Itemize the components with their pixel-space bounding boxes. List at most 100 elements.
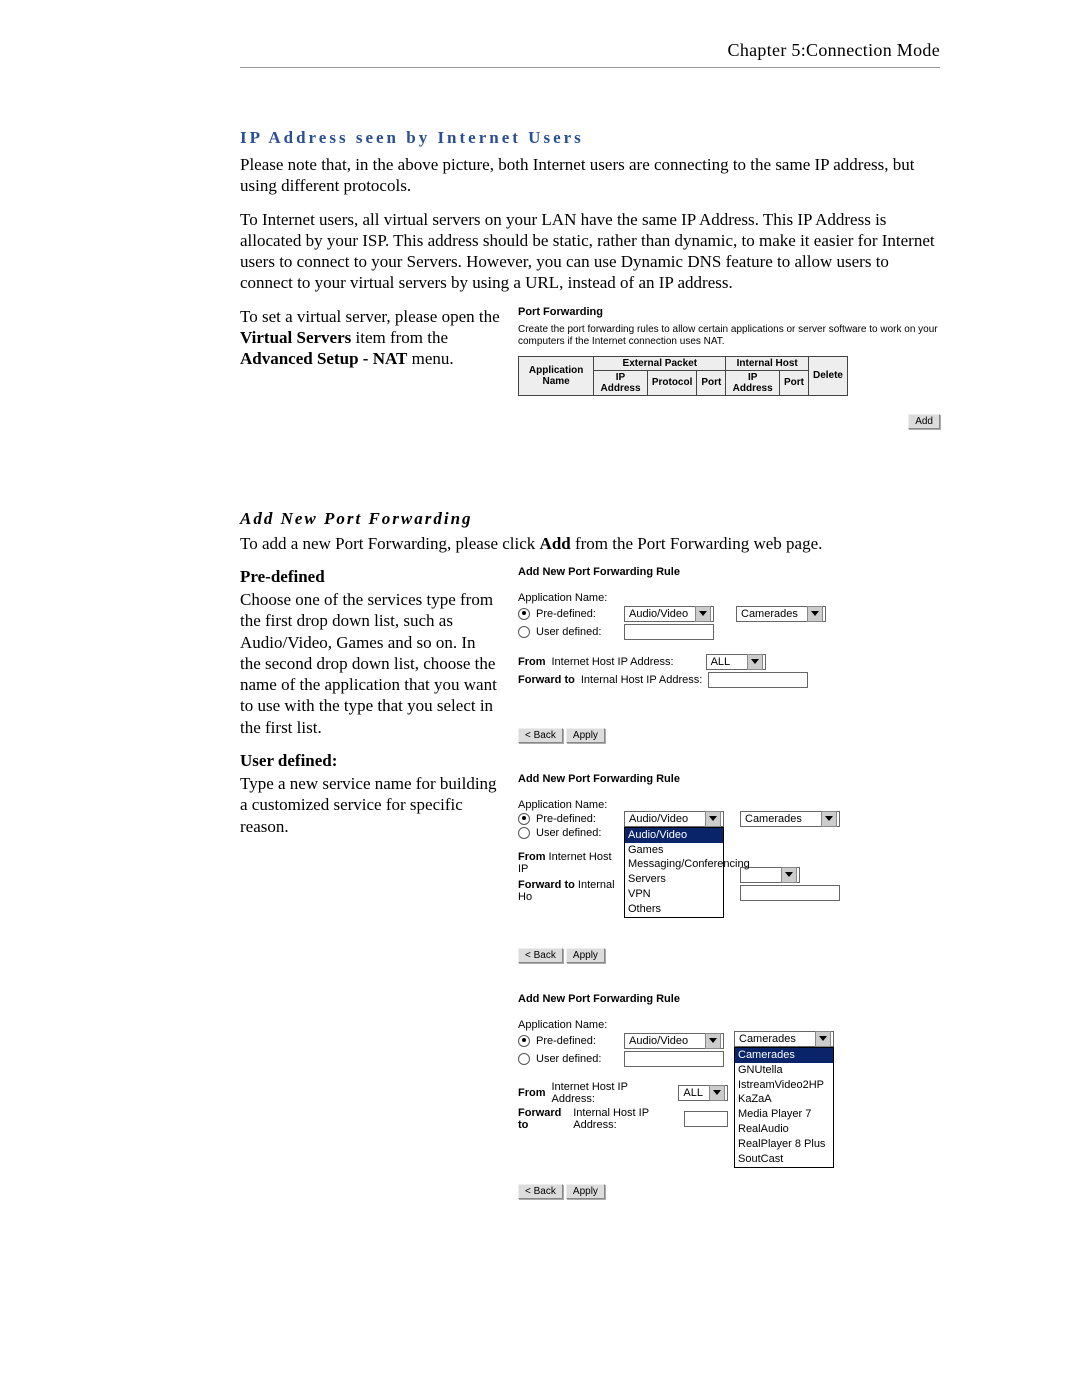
type-select-open[interactable]: Audio/Video — [624, 811, 724, 827]
userdef-heading: User defined: — [240, 751, 337, 770]
th-delete: Delete — [808, 356, 847, 395]
radio-userdef[interactable] — [518, 827, 530, 839]
text: menu. — [407, 349, 453, 368]
chevron-down-icon — [705, 811, 721, 827]
th-app: Application Name — [519, 356, 594, 395]
predef-para: Choose one of the services type from the… — [240, 589, 500, 738]
userdef-input[interactable] — [624, 1051, 724, 1067]
text: from the Port Forwarding web page. — [571, 534, 823, 553]
list-item[interactable]: SoutCast — [735, 1152, 833, 1167]
type-select[interactable]: Audio/Video — [624, 606, 714, 622]
list-item[interactable]: Games — [625, 843, 723, 858]
apply-button[interactable]: Apply — [566, 728, 605, 743]
th-ext: External Packet — [594, 356, 726, 370]
app-select[interactable]: Camerades — [736, 606, 826, 622]
chevron-down-icon — [709, 1085, 725, 1101]
list-item[interactable]: RealPlayer 8 Plus — [735, 1137, 833, 1152]
list-item[interactable]: KaZaA — [735, 1092, 833, 1107]
fwd-label: Internal Host IP Address: — [573, 1107, 678, 1131]
th-ip: IP Address — [594, 370, 648, 395]
list-item[interactable]: RealAudio — [735, 1122, 833, 1137]
fwd-ip-input[interactable] — [684, 1111, 728, 1127]
from-ip-select[interactable]: ALL — [706, 654, 766, 670]
type-dropdown-list[interactable]: Audio/Video Games Messaging/Conferencing… — [624, 827, 724, 918]
list-item[interactable]: Camerades — [735, 1048, 833, 1063]
predef-label: Pre-defined: — [536, 608, 618, 620]
list-item[interactable]: Others — [625, 902, 723, 917]
from-label-b: From — [518, 1087, 546, 1099]
text-bold: Add — [540, 534, 571, 553]
fwd-label-b: Forward to — [518, 879, 575, 891]
back-button[interactable]: < Back — [518, 948, 563, 963]
fwd-label: Internal Host IP Address: — [581, 674, 702, 686]
apply-button[interactable]: Apply — [566, 948, 605, 963]
th-port2: Port — [779, 370, 808, 395]
fwd-ip-input[interactable] — [708, 672, 808, 688]
chevron-down-icon — [747, 654, 763, 670]
chevron-down-icon — [821, 811, 837, 827]
chevron-down-icon — [807, 606, 823, 622]
para-virtual-server: To set a virtual server, please open the… — [240, 306, 500, 370]
th-ip2: IP Address — [726, 370, 780, 395]
list-item[interactable]: Media Player 7 — [735, 1107, 833, 1122]
select-value: Audio/Video — [629, 608, 688, 620]
app-label: Application Name: — [518, 1019, 940, 1031]
section-ip-title: IP Address seen by Internet Users — [240, 128, 940, 148]
chevron-down-icon — [705, 1033, 721, 1049]
back-button[interactable]: < Back — [518, 1184, 563, 1199]
radio-predef[interactable] — [518, 1035, 530, 1047]
list-item[interactable]: Servers — [625, 872, 723, 887]
app-dropdown-list[interactable]: Camerades GNUtella IstreamVideo2HP KaZaA… — [734, 1047, 834, 1168]
predef-label: Pre-defined: — [536, 813, 596, 825]
chevron-down-icon — [815, 1031, 831, 1047]
app-select[interactable]: Camerades — [740, 811, 840, 827]
text: To set a virtual server, please open the — [240, 307, 500, 326]
radio-predef[interactable] — [518, 608, 530, 620]
screenshot-rule-1: Add New Port Forwarding Rule Application… — [518, 566, 940, 743]
para-add-new: To add a new Port Forwarding, please cli… — [240, 533, 940, 554]
subsection-add-new: Add New Port Forwarding — [240, 509, 940, 529]
list-item[interactable]: VPN — [625, 887, 723, 902]
list-item[interactable]: Audio/Video — [625, 828, 723, 843]
para-note: Please note that, in the above picture, … — [240, 154, 940, 197]
screenshot-rule-3: Add New Port Forwarding Rule Application… — [518, 993, 940, 1199]
from-ip-select[interactable]: ALL — [678, 1085, 728, 1101]
app-label: Application Name: — [518, 592, 940, 604]
text-bold: Advanced Setup - NAT — [240, 349, 407, 368]
pf-table: Application Name External Packet Interna… — [518, 356, 848, 396]
select-value: Audio/Video — [629, 813, 688, 825]
userdef-para: Type a new service name for building a c… — [240, 773, 500, 837]
predef-label: Pre-defined: — [536, 1035, 618, 1047]
select-value: Camerades — [739, 1033, 796, 1045]
text: To add a new Port Forwarding, please cli… — [240, 534, 540, 553]
apply-button[interactable]: Apply — [566, 1184, 605, 1199]
divider — [240, 67, 940, 68]
type-select[interactable]: Audio/Video — [624, 1033, 724, 1049]
userdef-label: User defined: — [536, 1053, 618, 1065]
select-value: Audio/Video — [629, 1035, 688, 1047]
rule-heading: Add New Port Forwarding Rule — [518, 773, 940, 785]
userdef-label: User defined: — [536, 827, 601, 839]
select-value: Camerades — [745, 813, 802, 825]
radio-predef[interactable] — [518, 813, 530, 825]
radio-userdef[interactable] — [518, 626, 530, 638]
rule-heading: Add New Port Forwarding Rule — [518, 993, 940, 1005]
app-label: Application Name: — [518, 799, 940, 811]
add-button[interactable]: Add — [908, 414, 940, 429]
select-value: Camerades — [741, 608, 798, 620]
app-select-open[interactable]: Camerades — [734, 1031, 834, 1047]
screenshot-port-forwarding: Port Forwarding Create the port forwardi… — [518, 306, 940, 429]
fwd-label-b: Forward to — [518, 1107, 567, 1131]
list-item[interactable]: GNUtella — [735, 1063, 833, 1078]
list-item[interactable]: Messaging/Conferencing — [625, 857, 723, 872]
fwd-ip-input[interactable] — [740, 885, 840, 901]
select-value: ALL — [711, 656, 731, 668]
userdef-input[interactable] — [624, 624, 714, 640]
from-label-b: From — [518, 656, 546, 668]
radio-userdef[interactable] — [518, 1053, 530, 1065]
rule-heading: Add New Port Forwarding Rule — [518, 566, 940, 578]
list-item[interactable]: IstreamVideo2HP — [735, 1078, 833, 1093]
chapter-header: Chapter 5:Connection Mode — [240, 40, 940, 61]
from-label: Internet Host IP Address: — [552, 1081, 673, 1105]
back-button[interactable]: < Back — [518, 728, 563, 743]
